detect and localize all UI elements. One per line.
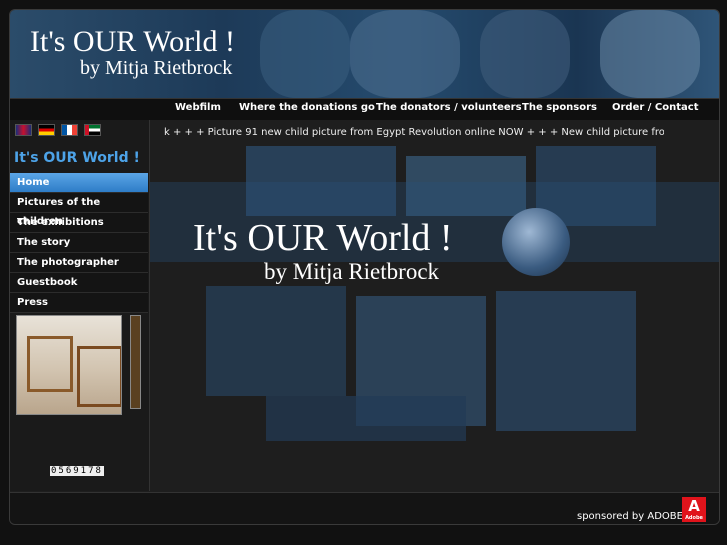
banner-title: It's OUR World ! — [30, 25, 235, 58]
page-frame: It's OUR World ! by Mitja Rietbrock Webf… — [9, 9, 720, 525]
nav-webfilm[interactable]: Webfilm — [175, 102, 221, 113]
menu-pictures[interactable]: Pictures of the children — [10, 193, 148, 227]
menu-story[interactable]: The story — [10, 233, 148, 253]
nav-order-contact[interactable]: Order / Contact — [612, 102, 698, 113]
bunk-bed — [77, 346, 121, 407]
top-nav: Webfilm Where the donations go The donat… — [10, 98, 719, 121]
news-ticker[interactable]: k + + + Picture 91 new child picture fro… — [164, 127, 664, 138]
nav-sponsors[interactable]: The sponsors — [522, 102, 597, 113]
main-content: k + + + Picture 91 new child picture fro… — [150, 120, 719, 491]
banner-photo — [350, 10, 460, 98]
side-menu: Home Pictures of the children The exhibi… — [10, 173, 148, 313]
banner-photo — [600, 10, 700, 98]
banner-photo — [260, 10, 350, 98]
nav-donators[interactable]: The donators / volunteers — [376, 102, 522, 113]
sponsor-text: sponsored by ADOBE — [577, 511, 683, 522]
adobe-logo-word: Adobe — [685, 515, 703, 521]
counter-digits: 0569178 — [50, 466, 104, 476]
slideshow-thumbnail[interactable] — [16, 315, 122, 415]
footer: sponsored by ADOBE A Adobe — [10, 492, 719, 524]
adobe-logo-icon[interactable]: A Adobe — [682, 497, 706, 522]
menu-home[interactable]: Home — [10, 173, 148, 193]
uk-flag-icon[interactable] — [15, 124, 32, 136]
globe-icon — [502, 208, 570, 276]
site-title: It's OUR World ! — [14, 150, 140, 166]
germany-flag-icon[interactable] — [38, 124, 55, 136]
sidebar: It's OUR World ! Home Pictures of the ch… — [10, 120, 150, 491]
menu-press[interactable]: Press — [10, 293, 148, 313]
header-banner: It's OUR World ! by Mitja Rietbrock — [10, 10, 719, 98]
banner-photo — [480, 10, 570, 98]
visitor-counter: 0569178 — [50, 458, 104, 477]
adobe-logo-letter: A — [688, 497, 700, 515]
hero-subtitle: by Mitja Rietbrock — [264, 259, 440, 284]
menu-exhibitions[interactable]: The exhibitions — [10, 213, 148, 233]
collage-tile — [266, 396, 466, 441]
france-flag-icon[interactable] — [61, 124, 78, 136]
slideshow-next-thumbnail[interactable] — [130, 315, 141, 409]
banner-subtitle: by Mitja Rietbrock — [80, 57, 233, 79]
menu-guestbook[interactable]: Guestbook — [10, 273, 148, 293]
collage-tile — [496, 291, 636, 431]
nav-donations[interactable]: Where the donations go — [239, 102, 375, 113]
hero-title: It's OUR World ! — [193, 217, 453, 259]
bunk-bed — [27, 336, 73, 392]
menu-photographer[interactable]: The photographer — [10, 253, 148, 273]
uae-flag-icon[interactable] — [84, 124, 101, 136]
collage-tile — [206, 286, 346, 396]
